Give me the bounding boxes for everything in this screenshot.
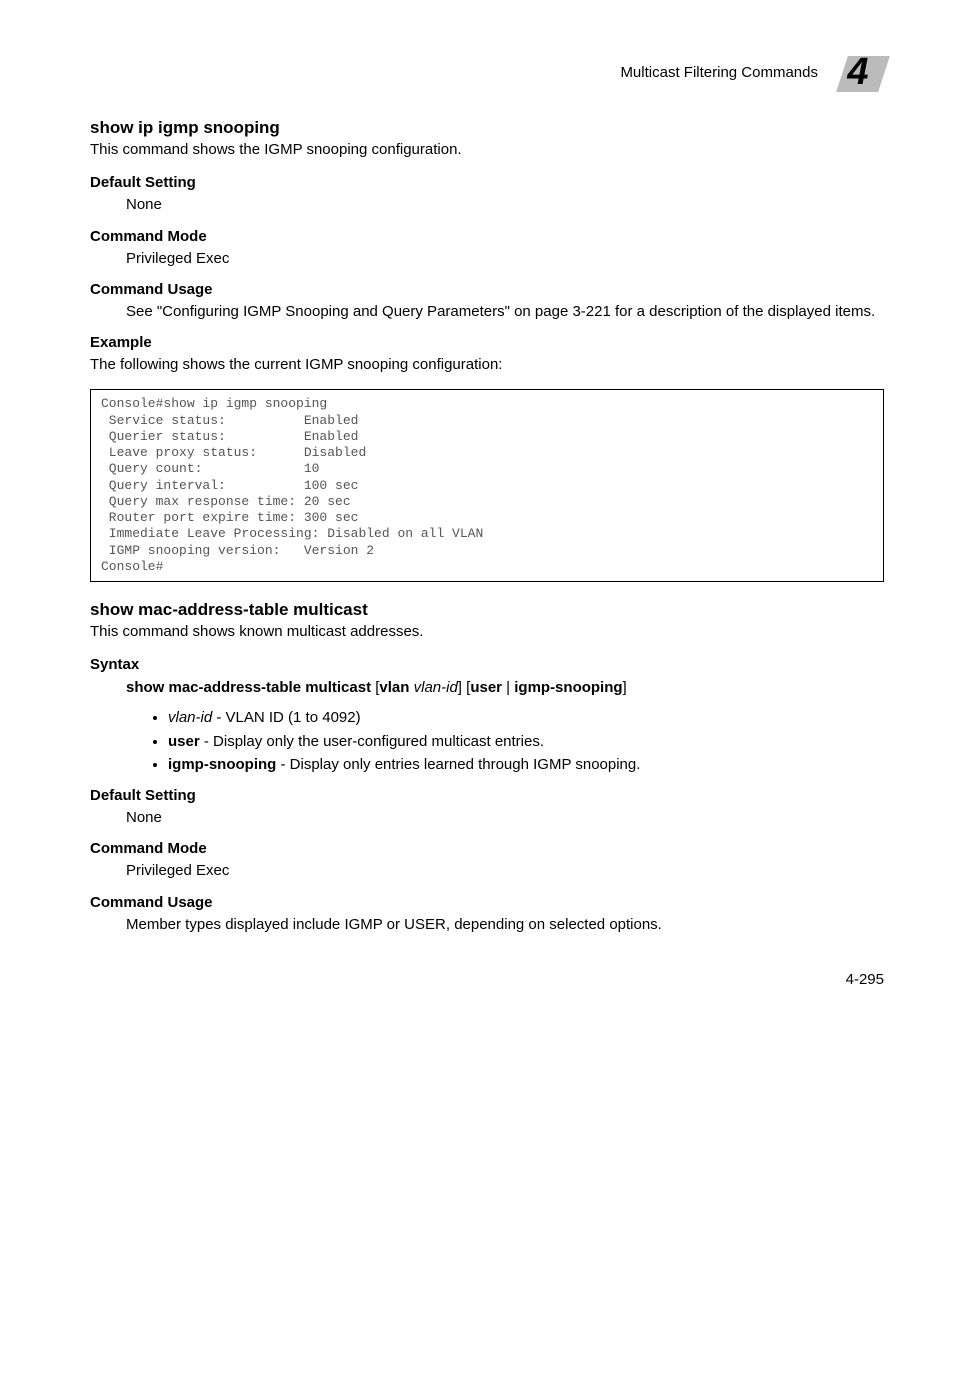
bullet-user: user - Display only the user-configured … (168, 732, 884, 752)
bullet-term: user (168, 733, 200, 750)
subhead-syntax: Syntax (90, 656, 884, 673)
bullet-desc: Display only the user-configured multica… (213, 733, 544, 750)
indent-block: None (126, 195, 884, 215)
chapter-badge: 4 (832, 50, 884, 94)
example-intro-1: The following shows the current IGMP sno… (90, 355, 884, 375)
syntax-bullet-list: vlan-id - VLAN ID (1 to 4092) user - Dis… (168, 708, 884, 775)
command-intro-2: This command shows known multicast addre… (90, 622, 884, 642)
command-usage-text-1: See "Configuring IGMP Snooping and Query… (126, 302, 884, 322)
bullet-term: vlan-id (168, 709, 212, 726)
subhead-default-setting-2: Default Setting (90, 787, 884, 804)
page-header: Multicast Filtering Commands 4 (90, 50, 884, 94)
subhead-example-1: Example (90, 334, 884, 351)
syntax-line: show mac-address-table multicast [vlan v… (126, 677, 884, 698)
bullet-term: igmp-snooping (168, 756, 276, 773)
bullet-vlan-id: vlan-id - VLAN ID (1 to 4092) (168, 708, 884, 728)
code-example-1: Console#show ip igmp snooping Service st… (90, 389, 884, 582)
subhead-command-usage-2: Command Usage (90, 894, 884, 911)
page-number: 4-295 (846, 971, 884, 988)
command-title-1: show ip igmp snooping (90, 118, 884, 138)
subhead-command-mode-2: Command Mode (90, 840, 884, 857)
syntax-vlan-kw: vlan (379, 679, 409, 696)
command-mode-text-2: Privileged Exec (126, 861, 884, 881)
syntax-user-kw: user (470, 679, 502, 696)
subhead-command-usage-1: Command Usage (90, 281, 884, 298)
subhead-default-setting-1: Default Setting (90, 174, 884, 191)
command-title-2: show mac-address-table multicast (90, 600, 884, 620)
syntax-igmp-kw: igmp-snooping (514, 679, 622, 696)
chapter-number: 4 (847, 51, 868, 94)
page-footer: 4-295 (90, 971, 884, 988)
command-usage-text-2: Member types displayed include IGMP or U… (126, 915, 884, 935)
syntax-pipe: | (502, 679, 514, 696)
syntax-vlan-arg: vlan-id (414, 679, 458, 696)
header-section-title: Multicast Filtering Commands (620, 64, 818, 81)
syntax-cmd: show mac-address-table multicast (126, 679, 371, 696)
syntax-rb1: ] [ (458, 679, 471, 696)
indent-block: Privileged Exec (126, 861, 884, 881)
subhead-command-mode-1: Command Mode (90, 228, 884, 245)
default-setting-text-1: None (126, 195, 884, 215)
command-intro-1: This command shows the IGMP snooping con… (90, 140, 884, 160)
syntax-rb2: ] (623, 679, 627, 696)
indent-block: Privileged Exec (126, 249, 884, 269)
bullet-igmp-snooping: igmp-snooping - Display only entries lea… (168, 755, 884, 775)
indent-block: Member types displayed include IGMP or U… (126, 915, 884, 935)
bullet-desc: VLAN ID (1 to 4092) (226, 709, 361, 726)
page-container: Multicast Filtering Commands 4 show ip i… (0, 0, 954, 1028)
indent-block: See "Configuring IGMP Snooping and Query… (126, 302, 884, 322)
default-setting-text-2: None (126, 808, 884, 828)
command-mode-text-1: Privileged Exec (126, 249, 884, 269)
bullet-desc: Display only entries learned through IGM… (290, 756, 641, 773)
indent-block: None (126, 808, 884, 828)
